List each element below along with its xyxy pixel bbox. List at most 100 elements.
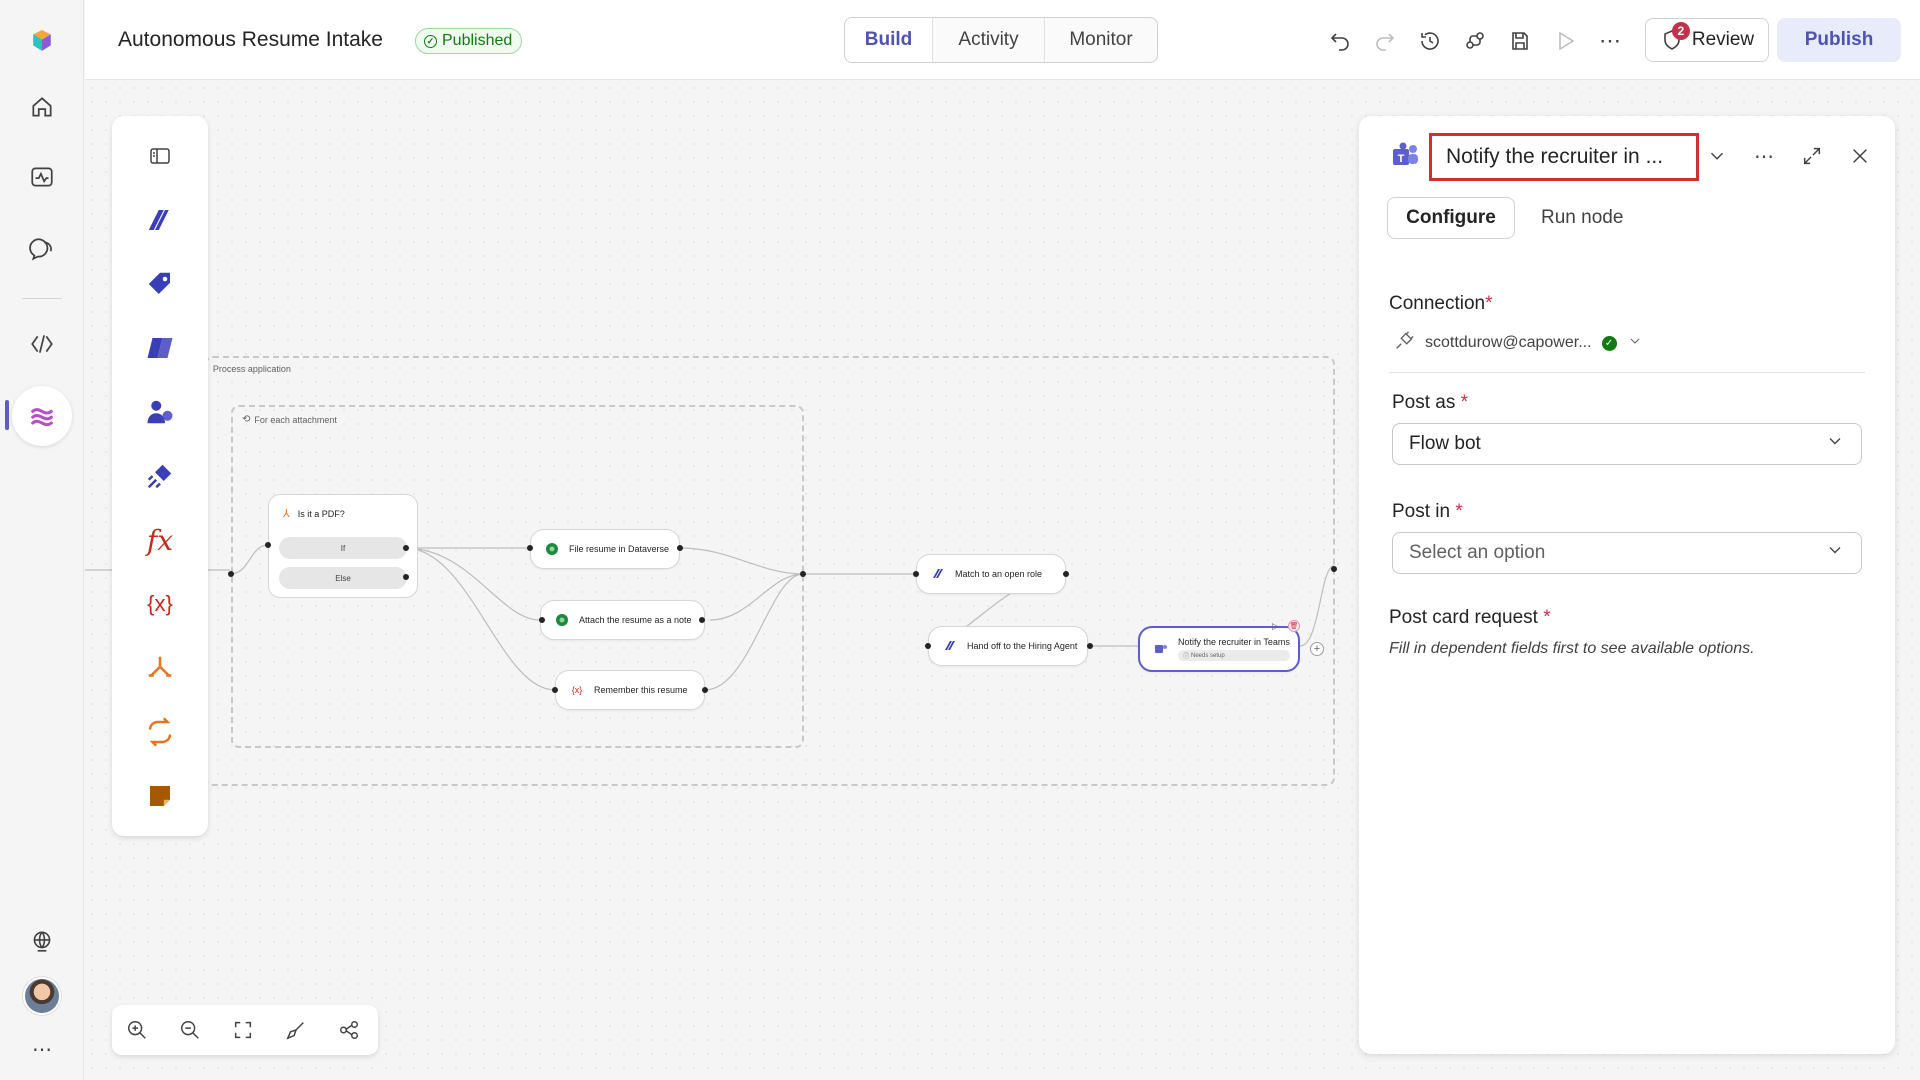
review-button[interactable]: 2 Review xyxy=(1645,18,1769,62)
needs-setup-badge: ⓘ Needs setup xyxy=(1178,650,1290,661)
post-in-label-text: Post in xyxy=(1392,501,1451,522)
condition-else[interactable]: Else xyxy=(279,567,407,589)
tab-configure[interactable]: Configure xyxy=(1387,197,1515,239)
run-icon[interactable] xyxy=(1548,24,1582,58)
add-node-icon[interactable]: + xyxy=(1310,642,1324,656)
function-icon[interactable]: fx xyxy=(136,516,184,564)
post-card-hint: Fill in dependent fields first to see av… xyxy=(1389,640,1755,657)
port-dot xyxy=(702,687,708,693)
condition-node[interactable]: ⅄ Is it a PDF? If Else xyxy=(268,494,418,598)
node-attach-note[interactable]: Attach the resume as a note xyxy=(540,600,705,640)
save-icon[interactable] xyxy=(1503,24,1537,58)
close-icon[interactable] xyxy=(1845,141,1875,171)
dataverse-icon xyxy=(545,542,559,556)
fit-view-icon[interactable] xyxy=(228,1015,258,1045)
note-icon[interactable] xyxy=(136,772,184,820)
node-file-resume[interactable]: File resume in Dataverse xyxy=(530,529,680,569)
connector-icon[interactable] xyxy=(136,452,184,500)
port-dot xyxy=(403,545,409,551)
tab-run-node[interactable]: Run node xyxy=(1529,197,1635,239)
divider xyxy=(1389,372,1865,373)
connection-selector[interactable]: scottdurow@capower... ✓ xyxy=(1393,328,1873,358)
port-dot xyxy=(699,617,705,623)
condition-label: Is it a PDF? xyxy=(297,508,345,519)
delete-node-icon[interactable]: 🗑 xyxy=(1288,620,1300,632)
more-icon[interactable]: ⋯ xyxy=(1749,141,1779,171)
port-dot xyxy=(677,545,683,551)
home-icon[interactable] xyxy=(21,86,63,128)
tab-monitor[interactable]: Monitor xyxy=(1045,18,1157,62)
tag-icon[interactable] xyxy=(136,260,184,308)
required-mark: * xyxy=(1543,607,1551,628)
teams-icon: T xyxy=(1389,140,1421,172)
tab-build[interactable]: Build xyxy=(845,18,933,62)
node-match-role[interactable]: Match to an open role xyxy=(916,554,1066,594)
expand-icon[interactable] xyxy=(1797,141,1827,171)
chat-icon[interactable] xyxy=(21,228,63,270)
svg-text:T: T xyxy=(1398,153,1405,165)
variable-icon[interactable]: {x} xyxy=(136,580,184,628)
tidy-up-icon[interactable] xyxy=(281,1015,311,1045)
code-agent-icon[interactable] xyxy=(21,323,63,365)
loop-icon[interactable] xyxy=(136,708,184,756)
minimap-icon[interactable] xyxy=(334,1015,364,1045)
post-as-dropdown[interactable]: Flow bot xyxy=(1392,423,1862,465)
tab-activity[interactable]: Activity xyxy=(933,18,1045,62)
active-indicator xyxy=(5,400,9,430)
node-remember-resume[interactable]: {x} Remember this resume xyxy=(555,670,705,710)
more-actions-icon[interactable]: ⋯ xyxy=(1593,24,1627,58)
people-icon[interactable] xyxy=(136,388,184,436)
port-dot xyxy=(1063,571,1069,577)
post-as-label: Post as * xyxy=(1392,392,1468,414)
redo-icon[interactable] xyxy=(1368,24,1402,58)
node-notify-recruiter[interactable]: Notify the recruiter in Teams ⓘ Needs set… xyxy=(1138,626,1300,672)
publish-button[interactable]: Publish xyxy=(1777,18,1901,62)
more-icon[interactable]: ⋯ xyxy=(21,1028,63,1070)
node-label: Notify the recruiter in Teams xyxy=(1178,637,1290,647)
history-icon[interactable] xyxy=(1413,24,1447,58)
node-run-icon[interactable]: ▷ xyxy=(1272,621,1279,632)
chevron-down-icon xyxy=(1627,333,1643,354)
condition-icon[interactable] xyxy=(136,644,184,692)
required-mark: * xyxy=(1455,501,1463,522)
toggle-panel-icon[interactable] xyxy=(136,132,184,180)
condition-title: ⅄ Is it a PDF? xyxy=(283,507,345,520)
node-hand-off[interactable]: Hand off to the Hiring Agent xyxy=(928,626,1088,666)
post-in-dropdown[interactable]: Select an option xyxy=(1392,532,1862,574)
port-dot xyxy=(1087,643,1093,649)
port-dot xyxy=(539,617,545,623)
port-dot xyxy=(527,545,533,551)
connection-value: scottdurow@capower... xyxy=(1425,334,1592,351)
flow-checker-icon[interactable] xyxy=(1458,24,1492,58)
zoom-in-icon[interactable] xyxy=(122,1015,152,1045)
status-text: Published xyxy=(442,32,513,49)
node-label: Attach the resume as a note xyxy=(579,615,692,625)
port-dot xyxy=(800,571,806,577)
post-in-label: Post in * xyxy=(1392,501,1463,523)
zoom-out-icon[interactable] xyxy=(175,1015,205,1045)
post-in-placeholder: Select an option xyxy=(1409,542,1546,563)
port-dot xyxy=(552,687,558,693)
port-dot xyxy=(925,643,931,649)
condition-if[interactable]: If xyxy=(279,537,407,559)
port-dot xyxy=(265,542,271,548)
required-mark: * xyxy=(1460,392,1469,413)
copilot-icon[interactable] xyxy=(136,324,184,372)
post-card-label-text: Post card request xyxy=(1389,607,1538,628)
plug-icon xyxy=(1393,330,1415,357)
chevron-down-icon[interactable] xyxy=(1702,141,1732,171)
post-card-label: Post card request * xyxy=(1389,607,1551,629)
flows-icon[interactable] xyxy=(12,386,72,446)
avatar[interactable] xyxy=(23,977,61,1015)
undo-icon[interactable] xyxy=(1323,24,1357,58)
zoom-controls xyxy=(112,1005,378,1055)
connection-label: Connection* xyxy=(1389,293,1493,315)
required-mark: * xyxy=(1485,293,1493,314)
copilot-studio-icon[interactable] xyxy=(136,196,184,244)
node-title-input[interactable]: Notify the recruiter in ... xyxy=(1429,133,1699,181)
page-title: Autonomous Resume Intake xyxy=(118,28,383,51)
copilot-studio-icon xyxy=(943,639,957,653)
globe-icon[interactable] xyxy=(21,920,63,962)
app-logo-icon[interactable] xyxy=(21,20,63,62)
activity-icon[interactable] xyxy=(21,156,63,198)
